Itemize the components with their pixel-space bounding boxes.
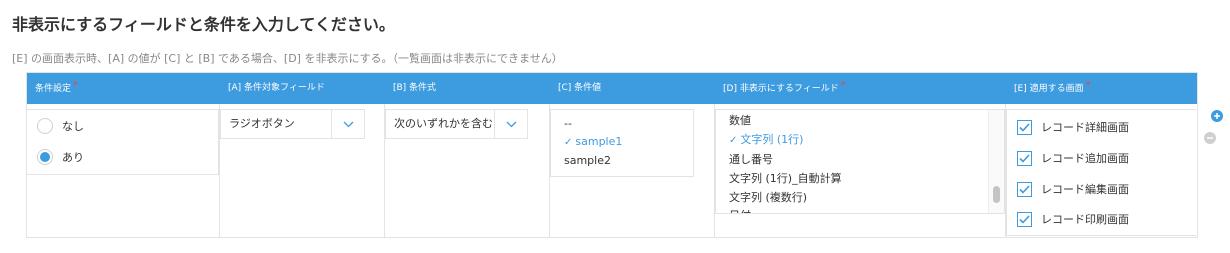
target-field-select[interactable]: ラジオボタン (220, 109, 365, 139)
checkbox[interactable] (1017, 211, 1032, 227)
screens-checkbox-group: レコード詳細画面 レコード追加画面 レコード編集画面 レコード印刷画面 (1006, 109, 1196, 236)
dropdown-toggle[interactable] (331, 110, 364, 138)
required-mark: * (1085, 80, 1091, 91)
header-target-field: [A] 条件対象フィールド (228, 83, 325, 93)
minus-icon (1207, 137, 1213, 139)
page-heading: 非表示にするフィールドと条件を入力してください。 (12, 15, 395, 34)
header-value: [C] 条件値 (558, 83, 602, 93)
list-item[interactable]: 数値 (729, 112, 751, 128)
header-screens: [E] 適用する画面 * (1014, 80, 1091, 94)
radio-option-yes[interactable]: あり (37, 147, 84, 167)
radio-label: なし (62, 120, 84, 133)
header-condition-setting: 条件設定 * (35, 80, 79, 94)
radio-label: あり (62, 151, 84, 164)
list-item[interactable]: 文字列 (複数行) (729, 189, 807, 205)
header-hidden-fields: [D] 非表示にするフィールド * (723, 80, 846, 94)
checkbox[interactable] (1017, 181, 1032, 197)
checkmark-icon (1019, 153, 1030, 163)
checkmark-icon (1019, 214, 1030, 224)
checkbox-option[interactable]: レコード詳細画面 (1017, 117, 1129, 137)
target-field-value: ラジオボタン (229, 117, 295, 130)
list-item[interactable]: sample2 (564, 154, 611, 167)
table-header: 条件設定 * [A] 条件対象フィールド [B] 条件式 [C] 条件値 [D] … (27, 73, 1197, 104)
checkmark-icon (1019, 184, 1030, 194)
chevron-down-icon (506, 121, 516, 127)
checkmark-icon (1019, 122, 1030, 132)
checkbox-label: レコード印刷画面 (1041, 213, 1129, 226)
radio-button[interactable] (37, 118, 53, 134)
checkbox-option[interactable]: レコード追加画面 (1017, 148, 1129, 168)
list-item-selected[interactable]: ✓ 文字列 (1行) (729, 131, 803, 147)
value-multiselect[interactable]: -- ✓ sample1 sample2 (550, 109, 694, 177)
condition-radio-group: なし あり (27, 109, 219, 175)
scrollbar-thumb[interactable] (993, 186, 1000, 203)
condition-description: [E] の画面表示時、[A] の値が [C] と [B] である場合、[D] を… (12, 52, 563, 65)
list-item-selected[interactable]: ✓ sample1 (564, 135, 622, 148)
plus-icon (1214, 113, 1220, 119)
list-item[interactable]: -- (564, 117, 572, 130)
radio-option-none[interactable]: なし (37, 116, 84, 136)
list-item[interactable]: 通し番号 (729, 151, 773, 167)
list-item[interactable]: 日付 (729, 207, 751, 213)
chevron-down-icon (343, 121, 353, 127)
operator-select[interactable]: 次のいずれかを含む (385, 109, 528, 139)
checkbox-label: レコード追加画面 (1041, 152, 1129, 165)
operator-value: 次のいずれかを含む (394, 117, 493, 130)
condition-table: 条件設定 * [A] 条件対象フィールド [B] 条件式 [C] 条件値 [D] … (26, 72, 1198, 238)
dropdown-toggle[interactable] (494, 110, 527, 138)
add-row-button[interactable] (1211, 110, 1223, 122)
remove-row-button[interactable] (1204, 132, 1216, 144)
list-item[interactable]: 文字列 (1行)_自動計算 (729, 170, 842, 186)
required-mark: * (840, 80, 846, 91)
checkbox[interactable] (1017, 150, 1032, 166)
checkbox-label: レコード詳細画面 (1041, 121, 1129, 134)
hidden-fields-multiselect[interactable]: 数値 ✓ 文字列 (1行) 通し番号 文字列 (1行)_自動計算 文字列 (複数行… (715, 109, 1005, 214)
checkbox-option[interactable]: レコード編集画面 (1017, 179, 1129, 199)
checkbox-option[interactable]: レコード印刷画面 (1017, 209, 1129, 229)
header-operator: [B] 条件式 (393, 83, 437, 93)
required-mark: * (73, 80, 79, 91)
checkbox-label: レコード編集画面 (1041, 183, 1129, 196)
checkmark-icon: ✓ (729, 135, 738, 146)
checkbox[interactable] (1017, 119, 1032, 135)
radio-button-selected[interactable] (37, 149, 53, 165)
checkmark-icon: ✓ (564, 137, 573, 148)
